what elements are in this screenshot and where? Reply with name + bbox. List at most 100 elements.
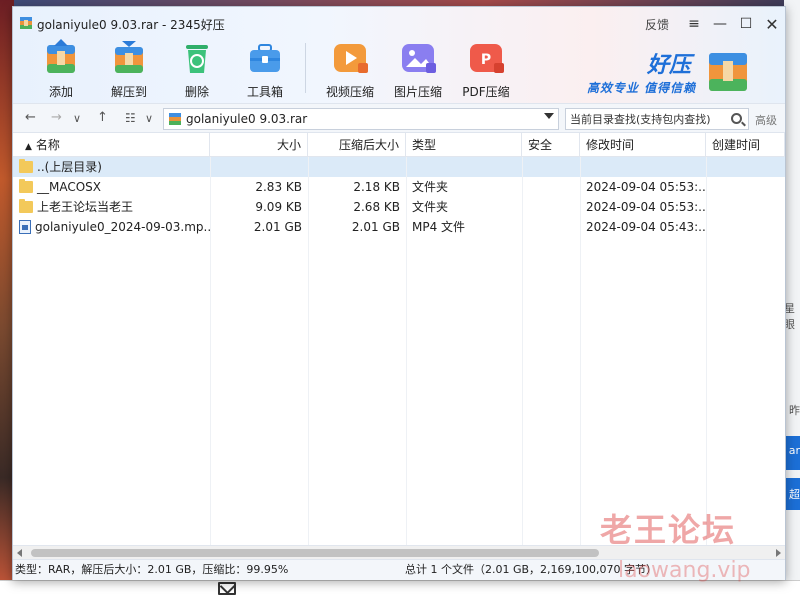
file-mtime-cell [580, 157, 706, 177]
column-divider [706, 157, 707, 545]
titlebar: golaniyule0 9.03.rar - 2345好压 反馈 ≡ — ☐ ✕… [13, 7, 785, 103]
pdf-compress-label: PDF压缩 [462, 85, 510, 99]
file-size-cell: 9.09 KB [255, 200, 302, 214]
search-box [565, 108, 749, 130]
background-page-right: 星眼 昨 ar 超 [784, 0, 800, 597]
toolbar-separator [305, 43, 306, 93]
path-box[interactable]: golaniyule0 9.03.rar [163, 108, 559, 130]
search-icon[interactable] [731, 113, 742, 124]
file-name-cell: 上老王论坛当老王 [13, 197, 210, 217]
back-arrow-icon[interactable]: ← [25, 110, 36, 125]
maximize-icon[interactable]: ☐ [733, 13, 759, 35]
extract-label: 解压到 [110, 85, 147, 99]
scroll-right-icon[interactable] [776, 549, 781, 557]
file-size-cell [210, 157, 308, 177]
brand-logo-icon [709, 53, 747, 91]
file-ctime-cell [706, 157, 785, 177]
file-name-cell: golaniyule0_2024-09-03.mp... [13, 217, 210, 237]
column-header-type[interactable]: 类型 [406, 133, 522, 157]
video-compress-button[interactable]: 视频压缩 [316, 37, 384, 101]
history-dropdown-icon[interactable]: ∨ [73, 112, 81, 125]
video-compress-label: 视频压缩 [325, 85, 374, 99]
add-label: 添加 [48, 85, 73, 99]
address-bar: ← → ∨ ↑ ☷ ∨ golaniyule0 9.03.rar 高级 [13, 103, 785, 133]
path-dropdown-icon[interactable] [544, 113, 554, 119]
window-controls: 反馈 ≡ — ☐ ✕ [645, 13, 785, 35]
toolbox-label: 工具箱 [246, 85, 283, 99]
folder-icon [19, 199, 33, 213]
hamburger-icon[interactable]: ≡ [681, 13, 707, 35]
file-ctime-cell [706, 197, 785, 217]
advanced-search-link[interactable]: 高级 [755, 112, 777, 128]
file-type-cell: 文件夹 [412, 200, 449, 214]
view-mode-icon[interactable]: ☷ [125, 111, 136, 125]
file-name-cell: __MACOSX [13, 177, 210, 197]
file-csize-cell: 2.18 KB [353, 180, 400, 194]
extract-button[interactable]: 解压到 [95, 37, 163, 101]
column-header-security[interactable]: 安全 [522, 133, 580, 157]
file-type-cell: 文件夹 [412, 180, 449, 194]
toolbox-icon [250, 44, 280, 72]
brand-banner: 好压 高效专业 值得信赖 [587, 45, 777, 101]
column-divider [406, 157, 407, 545]
rar-file-icon [169, 113, 181, 125]
bg-blue-button[interactable]: 超 [784, 478, 800, 510]
file-row[interactable]: __MACOSX 2.83 KB 2.18 KB 文件夹 2024-09-04 05:5… [13, 177, 785, 197]
file-security-cell [522, 177, 580, 197]
file-security-cell [522, 157, 580, 177]
column-header-created[interactable]: 创建时间 [706, 133, 785, 157]
search-input[interactable] [566, 112, 726, 126]
file-row[interactable]: golaniyule0_2024-09-03.mp... 2.01 GB 2.01 … [13, 217, 785, 237]
close-icon[interactable]: ✕ [759, 13, 785, 35]
feedback-link[interactable]: 反馈 [645, 16, 669, 33]
file-ctime-cell [706, 217, 785, 237]
column-header-compressed-size[interactable]: 压缩后大小 [308, 133, 406, 157]
file-type-cell: MP4 文件 [412, 220, 466, 234]
image-compress-icon [402, 44, 436, 73]
video-compress-icon [334, 44, 368, 73]
column-header-name[interactable]: ▲ 名称 [13, 133, 210, 157]
toolbox-button[interactable]: 工具箱 [231, 37, 299, 101]
file-csize-cell: 2.68 KB [353, 200, 400, 214]
file-mtime-cell: 2024-09-04 05:43:... [586, 220, 706, 234]
app-window: golaniyule0 9.03.rar - 2345好压 反馈 ≡ — ☐ ✕… [12, 6, 786, 580]
file-list: ▲ 名称 大小 压缩后大小 类型 安全 修改时间 创建时间 ..(上层目录) __M… [13, 133, 785, 545]
forward-arrow-icon[interactable]: → [51, 110, 62, 125]
up-arrow-icon[interactable]: ↑ [97, 110, 108, 125]
recycle-bin-icon [186, 45, 208, 73]
column-divider [522, 157, 523, 545]
add-button[interactable]: 添加 [27, 37, 95, 101]
column-header-modified[interactable]: 修改时间 [580, 133, 706, 157]
brand-slogan: 高效专业 值得信赖 [587, 81, 697, 95]
file-name-text: 上老王论坛当老王 [37, 200, 134, 214]
bg-hint-text: 昨 [789, 404, 800, 417]
add-archive-icon [47, 39, 75, 73]
file-row[interactable]: 上老王论坛当老王 9.09 KB 2.68 KB 文件夹 2024-09-04 05:5… [13, 197, 785, 217]
file-type-cell [406, 157, 522, 177]
mail-icon[interactable] [218, 582, 236, 595]
watermark-text: 老王论坛 [600, 511, 737, 549]
minimize-icon[interactable]: — [707, 13, 733, 35]
column-divider [308, 157, 309, 545]
window-title: golaniyule0 9.03.rar - 2345好压 [37, 18, 225, 32]
folder-icon [19, 159, 33, 173]
column-header-size[interactable]: 大小 [210, 133, 308, 157]
bg-blue-button[interactable]: ar [784, 436, 800, 470]
path-text: golaniyule0 9.03.rar [186, 112, 308, 126]
file-size-cell: 2.83 KB [255, 180, 302, 194]
delete-button[interactable]: 删除 [163, 37, 231, 101]
image-compress-button[interactable]: 图片压缩 [384, 37, 452, 101]
file-row[interactable]: ..(上层目录) [13, 157, 785, 177]
svg-text:P: P [481, 52, 491, 68]
delete-label: 删除 [184, 85, 209, 99]
file-security-cell [522, 197, 580, 217]
file-ctime-cell [706, 177, 785, 197]
extract-icon [115, 41, 143, 73]
pdf-compress-button[interactable]: P PDF压缩 [452, 37, 520, 101]
view-dropdown-icon[interactable]: ∨ [145, 112, 153, 125]
scroll-left-icon[interactable] [17, 549, 22, 557]
scrollbar-thumb[interactable] [31, 549, 599, 557]
column-divider [210, 157, 211, 545]
file-name-text: golaniyule0_2024-09-03.mp... [35, 220, 210, 234]
file-name-text: __MACOSX [37, 180, 102, 194]
